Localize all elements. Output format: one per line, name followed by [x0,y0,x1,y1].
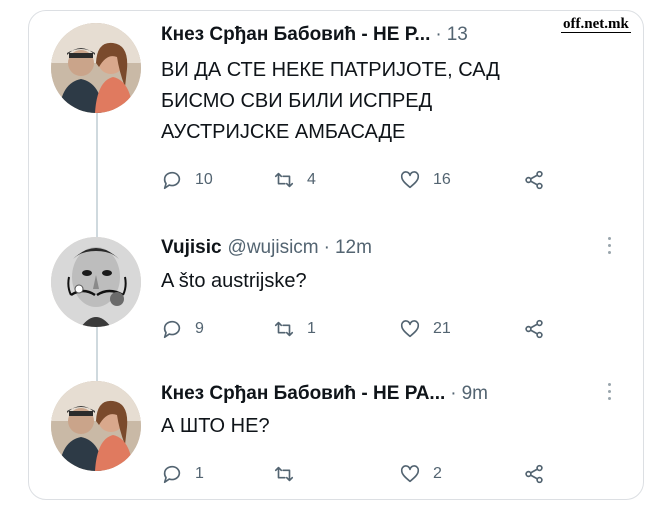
retweet-icon [274,321,294,337]
tweet-text-line: ВИ ДА СТЕ НЕКЕ ПАТРИЈОТЕ, САД [161,59,500,81]
separator-dot: · [450,383,457,404]
tweet-thread-card: Кнез Срђан Бабовић - НЕ Р... · 13 ВИ ДА … [28,10,644,500]
retweet-count: 4 [307,171,316,188]
user-handle[interactable]: @wujisicm [228,237,319,259]
timestamp[interactable]: 9m [462,383,488,405]
share-icon [525,319,543,339]
retweet-button[interactable]: 4 [273,169,316,191]
like-button[interactable]: 2 [399,463,442,485]
timestamp[interactable]: 12m [335,237,372,259]
dali-portrait-avatar-icon [51,237,141,327]
display-name[interactable]: Кнез Срђан Бабовић - НЕ Р... [161,24,430,46]
share-button[interactable] [523,169,557,191]
like-count: 16 [433,171,451,188]
watermark: off.net.mk [561,16,631,33]
like-count: 2 [433,465,442,482]
reply-count: 1 [195,465,204,482]
retweet-count: 1 [307,320,316,337]
like-button[interactable]: 16 [399,169,451,191]
avatar[interactable] [51,23,141,113]
more-options-icon[interactable] [608,237,612,255]
display-name[interactable]: Vujisic [161,237,222,259]
share-button[interactable] [523,318,557,340]
retweet-icon [274,466,294,482]
more-options-icon[interactable] [608,383,612,401]
tweet-actions: 1 2 [161,463,561,487]
heart-icon [400,320,420,338]
reply-count: 9 [195,320,204,337]
thread-line [96,111,98,239]
reply-icon [163,320,181,339]
tweet-header: Кнез Срђан Бабовић - НЕ Р... · 13 [161,24,468,46]
reply-icon [163,465,181,484]
tweet-actions: 10 4 16 [161,169,561,193]
reply-icon [163,171,181,190]
tweet-text-line: А ШТО НЕ? [161,415,270,437]
reply-button[interactable]: 1 [161,463,204,485]
retweet-icon [274,172,294,188]
thread-line [96,327,98,381]
display-name[interactable]: Кнез Срђан Бабовић - НЕ РА... [161,383,445,405]
tweet-text: A što austrijske? [161,266,307,297]
heart-icon [400,171,420,189]
separator-dot: · [323,237,330,258]
like-button[interactable]: 21 [399,318,451,340]
avatar[interactable] [51,237,141,327]
share-icon [525,464,543,484]
tweet-header: Vujisic @wujisicm · 12m [161,237,372,259]
reply-button[interactable]: 10 [161,169,213,191]
reply-count: 10 [195,171,213,188]
tweet-header: Кнез Срђан Бабовић - НЕ РА... · 9m [161,383,488,405]
tweet-actions: 9 1 21 [161,318,561,342]
like-count: 21 [433,320,451,337]
heart-icon [400,465,420,483]
timestamp[interactable]: 13 [447,24,468,46]
tweet-text-line: A što austrijske? [161,270,307,292]
reply-button[interactable]: 9 [161,318,204,340]
tweet-text: А ШТО НЕ? [161,411,270,442]
couple-photo-avatar-icon [51,381,141,471]
retweet-button[interactable] [273,463,307,485]
share-icon [525,170,543,190]
separator-dot: · [435,24,442,45]
tweet-text: ВИ ДА СТЕ НЕКЕ ПАТРИЈОТЕ, САД БИСМО СВИ … [161,55,500,148]
couple-photo-avatar-icon [51,23,141,113]
tweet-text-line: АУСТРИЈСКЕ АМБАСАДЕ [161,121,406,143]
avatar[interactable] [51,381,141,471]
share-button[interactable] [523,463,557,485]
tweet-text-line: БИСМО СВИ БИЛИ ИСПРЕД [161,90,433,112]
retweet-button[interactable]: 1 [273,318,316,340]
